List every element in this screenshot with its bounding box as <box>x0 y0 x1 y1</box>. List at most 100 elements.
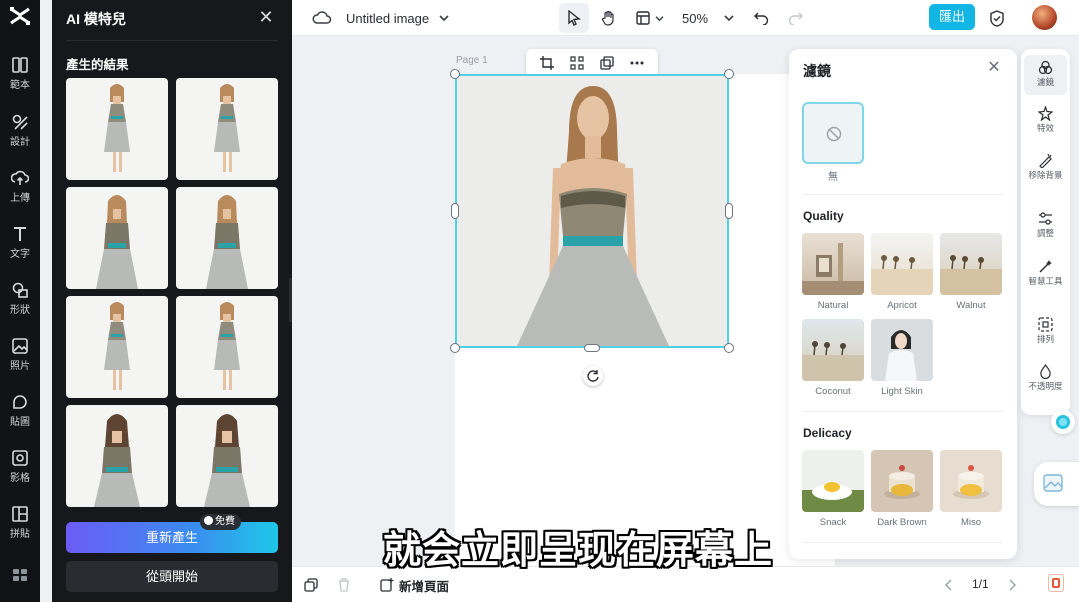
result-thumbnail[interactable] <box>66 405 168 507</box>
layout-menu-button[interactable] <box>636 0 664 36</box>
document-title[interactable]: Untitled image <box>346 0 449 36</box>
regenerate-button[interactable]: 重新產生 <box>66 522 278 553</box>
select-tool-button[interactable] <box>559 3 589 33</box>
add-page-label: 新增頁面 <box>399 579 450 594</box>
filter-tile-snack[interactable] <box>802 450 864 512</box>
resize-handle-bottom[interactable] <box>584 344 600 352</box>
filter-label: Dark Brown <box>877 517 927 528</box>
result-thumbnail[interactable] <box>176 78 278 180</box>
rail-tool-effects[interactable]: 特效 <box>1024 106 1067 133</box>
cloud-icon <box>312 11 332 24</box>
rail-item-photos[interactable]: 照片 <box>0 337 40 372</box>
undo-button[interactable] <box>754 0 769 36</box>
rail-item-more[interactable] <box>0 568 40 582</box>
avatar[interactable] <box>1032 5 1057 30</box>
duplicate-icon[interactable] <box>600 56 614 70</box>
rail-item-frames[interactable]: 影格 <box>0 449 40 484</box>
rail-tool-opacity[interactable]: 不透明度 <box>1024 364 1067 391</box>
chevron-left-icon[interactable] <box>945 579 953 591</box>
result-thumbnail[interactable] <box>66 78 168 180</box>
resize-handle-right[interactable] <box>725 203 733 219</box>
rail-tool-adjust[interactable]: 調整 <box>1024 211 1067 238</box>
rail-label: 拼貼 <box>10 529 30 540</box>
filter-label: Miso <box>960 517 982 528</box>
divider <box>803 194 1003 195</box>
filter-tile-dark-brown[interactable] <box>871 450 933 512</box>
resize-handle-bottom-left[interactable] <box>450 343 460 353</box>
filter-tile-natural[interactable] <box>802 233 864 295</box>
rail-label: 範本 <box>10 80 30 91</box>
filter-tile-coconut[interactable] <box>802 319 864 381</box>
rail-item-shapes[interactable]: 形狀 <box>0 281 40 316</box>
rail-label: 上傳 <box>10 193 30 204</box>
free-badge-label: 免費 <box>215 516 235 527</box>
filter-panel-title: 濾鏡 <box>803 63 831 79</box>
rail-label: 設計 <box>10 137 30 148</box>
ime-indicator-icon <box>1048 574 1064 592</box>
rail-item-design[interactable]: 設計 <box>0 113 40 148</box>
rail-item-templates[interactable]: 範本 <box>0 56 40 91</box>
rail-tool-label: 特效 <box>1036 123 1054 133</box>
selected-image[interactable] <box>455 74 729 348</box>
hand-tool-button[interactable] <box>599 0 619 36</box>
result-thumbnail[interactable] <box>176 296 278 398</box>
resize-handle-top-right[interactable] <box>724 69 734 79</box>
chevron-right-icon[interactable] <box>1008 579 1016 591</box>
close-icon[interactable]: ✕ <box>985 59 1003 77</box>
shield-button[interactable] <box>989 0 1005 36</box>
rail-item-upload[interactable]: 上傳 <box>0 169 40 204</box>
crop-icon[interactable] <box>540 56 554 70</box>
section-title-delicacy: Delicacy <box>803 426 852 440</box>
rail-tool-arrange[interactable]: 排列 <box>1024 317 1067 344</box>
rail-item-collage[interactable]: 拼貼 <box>0 505 40 540</box>
remove-background-icon[interactable] <box>570 56 584 70</box>
template-icon <box>12 57 28 73</box>
close-icon[interactable]: ✕ <box>256 7 276 27</box>
filter-tile-walnut[interactable] <box>940 233 1002 295</box>
cloud-sync-button[interactable] <box>312 0 332 36</box>
filter-label: Walnut <box>956 300 986 311</box>
assistant-button[interactable] <box>1051 410 1075 434</box>
resize-handle-left[interactable] <box>451 203 459 219</box>
floating-preview-card[interactable] <box>1034 462 1079 506</box>
filter-tile-apricot[interactable] <box>871 233 933 295</box>
rail-item-text[interactable]: 文字 <box>0 225 40 260</box>
result-thumbnail[interactable] <box>66 296 168 398</box>
smart-tools-icon <box>1039 260 1052 273</box>
pages-icon[interactable] <box>304 578 318 592</box>
divider <box>803 411 1003 412</box>
rail-tool-filters[interactable]: 濾鏡 <box>1024 55 1067 95</box>
rotate-handle[interactable] <box>583 366 603 386</box>
start-over-button[interactable]: 從頭開始 <box>66 561 278 592</box>
result-thumbnail[interactable] <box>66 187 168 289</box>
filter-tile-light-skin[interactable] <box>871 319 933 381</box>
resize-handle-bottom-right[interactable] <box>724 343 734 353</box>
more-options-icon[interactable] <box>630 61 644 65</box>
rail-label: 影格 <box>10 473 30 484</box>
rail-tool-smart-tools[interactable]: 智慧工具 <box>1024 259 1067 286</box>
element-quick-toolbar <box>526 49 658 77</box>
shield-icon <box>990 9 1004 27</box>
undo-icon <box>754 12 769 25</box>
filter-none-tile[interactable] <box>802 102 864 164</box>
rail-tool-label: 移除背景 <box>1028 170 1063 180</box>
right-tool-rail: 濾鏡 特效 移除背景 調整 智慧工具 排列 不透明度 <box>1021 49 1070 415</box>
free-badge: 免費 <box>200 514 241 530</box>
top-toolbar: Untitled image 50% 匯出 <box>292 0 1079 36</box>
divider <box>803 542 1003 543</box>
filter-tile-miso[interactable] <box>940 450 1002 512</box>
export-button[interactable]: 匯出 <box>929 4 975 30</box>
rail-item-stickers[interactable]: 貼圖 <box>0 393 40 428</box>
rail-tool-remove-background[interactable]: 移除背景 <box>1024 153 1067 180</box>
filter-label: Snack <box>819 517 847 528</box>
result-thumbnail[interactable] <box>176 405 278 507</box>
result-thumbnail[interactable] <box>176 187 278 289</box>
rail-tool-label: 智慧工具 <box>1028 276 1063 286</box>
resize-handle-top-left[interactable] <box>450 69 460 79</box>
filter-icon <box>1038 60 1053 75</box>
opacity-icon <box>1040 364 1051 379</box>
rail-label: 照片 <box>10 361 30 372</box>
trash-icon[interactable] <box>338 578 350 592</box>
zoom-control[interactable]: 50% <box>682 0 734 36</box>
redo-button[interactable] <box>788 0 803 36</box>
